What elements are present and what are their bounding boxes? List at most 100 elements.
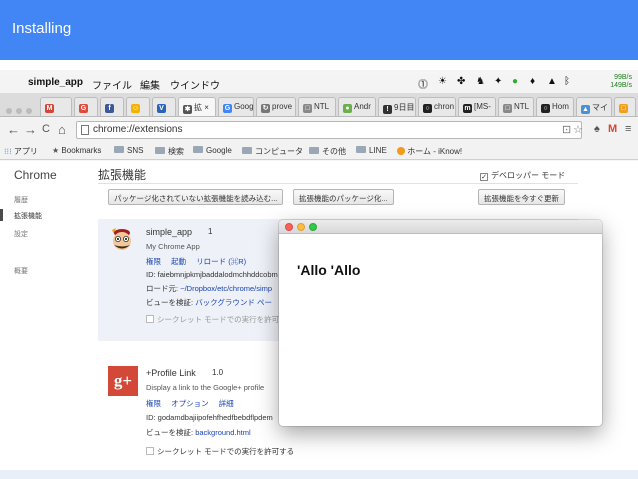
developer-mode-toggle[interactable]: ✓ デベロッパー モード: [480, 170, 565, 181]
tab[interactable]: ↻ prove: [256, 97, 296, 116]
window-controls[interactable]: [6, 101, 36, 119]
tab[interactable]: ✱ 拡 ×: [178, 97, 216, 116]
tab-favicon-icon: ●: [343, 104, 352, 113]
tab-strip: M Gf ☺ V ✱ 拡 × G Goog ↻ prove □ NTL ● Andr! 9日目 ○ chron m…: [0, 93, 638, 117]
menu-window[interactable]: ウインドウ: [170, 77, 220, 92]
background-page-link[interactable]: バックグラウンド ペー: [195, 298, 272, 307]
developer-mode-checkbox[interactable]: ✓: [480, 173, 488, 181]
extension-inspect-views: ビューを検証: バックグラウンド ペー: [146, 297, 272, 308]
gear-icon[interactable]: ✤: [457, 76, 465, 87]
tab[interactable]: □ NTL: [298, 97, 336, 116]
bookmark-sns[interactable]: SNS: [114, 146, 143, 155]
bookmark-search[interactable]: 検索: [155, 146, 184, 157]
details-link[interactable]: 詳細: [219, 399, 234, 408]
page-action-icon[interactable]: ⊡: [562, 123, 571, 136]
forward-icon[interactable]: →: [24, 122, 37, 137]
tab-favicon-icon: ✱: [183, 105, 192, 114]
tab[interactable]: ! 9日目: [378, 97, 416, 116]
bookmark-line[interactable]: LINE: [356, 146, 387, 155]
minimize-icon[interactable]: [297, 223, 305, 231]
tab-favicon-icon: ○: [541, 104, 550, 113]
home-icon[interactable]: ⌂: [58, 122, 66, 137]
tab[interactable]: ○ Hom: [536, 97, 574, 116]
folder-icon: [242, 147, 252, 154]
tab[interactable]: G: [74, 97, 98, 116]
tab[interactable]: ☺: [126, 97, 150, 116]
sidebar-item-extensions[interactable]: 拡張機能: [14, 211, 42, 221]
incognito-toggle-2[interactable]: シークレット モードでの実行を許可する: [146, 446, 294, 457]
evernote-icon[interactable]: ♞: [476, 76, 485, 87]
maximize-icon[interactable]: [309, 223, 317, 231]
bookmark-bookmarks[interactable]: ★ Bookmarks: [52, 146, 101, 155]
menu-app-name[interactable]: simple_app: [28, 77, 83, 88]
pack-extension-button[interactable]: 拡張機能のパッケージ化...: [293, 189, 394, 205]
menu-edit[interactable]: 編集: [140, 77, 160, 92]
brightness-icon[interactable]: ☀: [438, 76, 447, 87]
chat-icon[interactable]: ●: [512, 76, 518, 87]
tab[interactable]: ○ chron: [418, 97, 456, 116]
tab[interactable]: M: [40, 97, 72, 116]
tab[interactable]: V: [152, 97, 176, 116]
back-icon[interactable]: ←: [7, 122, 20, 137]
sidebar-item-about[interactable]: 概要: [14, 266, 28, 276]
extension-icon[interactable]: ♠: [594, 123, 600, 135]
dropbox-icon[interactable]: ✦: [494, 76, 502, 87]
bookmark-computer-label: コンピュータ: [255, 147, 303, 156]
close-icon[interactable]: [285, 223, 293, 231]
divider: [98, 183, 578, 184]
drop-icon[interactable]: ♦: [530, 76, 535, 87]
tab[interactable]: m [MS-: [458, 97, 496, 116]
app-window[interactable]: 'Allo 'Allo: [279, 220, 602, 426]
reload-link[interactable]: リロード (⌘R): [196, 257, 246, 266]
url-text: chrome://extensions: [93, 124, 183, 135]
load-path-link[interactable]: ~/Dropbox/etc/chrome/simp: [180, 284, 272, 293]
bookmark-other-label: その他: [322, 147, 346, 156]
sidebar-item-settings[interactable]: 設定: [14, 229, 28, 239]
incognito-toggle[interactable]: シークレット モードでの実行を許可: [146, 314, 279, 325]
star-icon[interactable]: ☆: [573, 123, 583, 136]
net-down: 149B/s: [610, 82, 632, 89]
address-bar[interactable]: chrome://extensions: [76, 121, 582, 139]
flag-icon[interactable]: ▲: [547, 76, 557, 87]
load-unpacked-button[interactable]: パッケージ化されていない拡張機能を読み込む...: [108, 189, 284, 205]
extension-load-path: ロード元: ~/Dropbox/etc/chrome/simp: [146, 283, 272, 294]
bookmark-bookmarks-label: Bookmarks: [61, 146, 102, 155]
developer-mode-label: デベロッパー モード: [491, 171, 566, 180]
permissions-link[interactable]: 権限: [146, 399, 161, 408]
bookmark-other[interactable]: その他: [309, 146, 346, 157]
tab[interactable]: G Goog: [218, 97, 254, 116]
update-extensions-button[interactable]: 拡張機能を今すぐ更新: [478, 189, 565, 205]
bookmark-iknow[interactable]: ホーム - iKnow!: [397, 146, 462, 157]
permissions-link[interactable]: 権限: [146, 257, 161, 266]
tab[interactable]: f: [100, 97, 124, 116]
tab-favicon-icon: ↻: [261, 104, 270, 113]
page-title: 拡張機能: [98, 168, 147, 182]
incognito-checkbox[interactable]: [146, 315, 154, 323]
bookmarks-bar: ⁝⁝⁝ アプリ ★ Bookmarks SNS 検索 Google コンピュータ…: [0, 142, 638, 160]
extension2-id: ID: godamdbajiipofehfhedfbebdflpdem: [146, 413, 273, 422]
tab[interactable]: ▲ マイ: [576, 97, 612, 116]
tab[interactable]: ● Andr: [338, 97, 376, 116]
bluetooth-icon[interactable]: ᛒ: [564, 76, 570, 87]
launch-link[interactable]: 起動: [171, 257, 186, 266]
sidebar-item-history[interactable]: 履歴: [14, 195, 28, 205]
tab[interactable]: □: [614, 97, 636, 116]
bookmark-apps[interactable]: ⁝⁝⁝ アプリ: [4, 146, 38, 157]
bookmark-google[interactable]: Google: [193, 146, 232, 155]
app-window-titlebar[interactable]: [279, 220, 602, 234]
info-icon[interactable]: ⓵: [418, 76, 428, 91]
gmail-icon[interactable]: M: [608, 123, 617, 135]
background-html-link[interactable]: background.html: [195, 428, 250, 437]
menu-icon[interactable]: ≡: [625, 123, 631, 135]
options-link[interactable]: オプション: [171, 399, 209, 408]
menu-file[interactable]: ファイル: [92, 77, 132, 92]
reload-icon[interactable]: C: [42, 123, 50, 135]
incognito-checkbox[interactable]: [146, 447, 154, 455]
tab-label: [MS-: [474, 102, 491, 111]
google-plus-icon: g+: [108, 366, 138, 396]
tab[interactable]: □ NTL: [498, 97, 534, 116]
bookmark-computer[interactable]: コンピュータ: [242, 146, 303, 157]
tab-label: prove: [272, 102, 293, 111]
extension-name: simple_app: [146, 227, 193, 237]
slide-header: Installing: [0, 0, 638, 60]
